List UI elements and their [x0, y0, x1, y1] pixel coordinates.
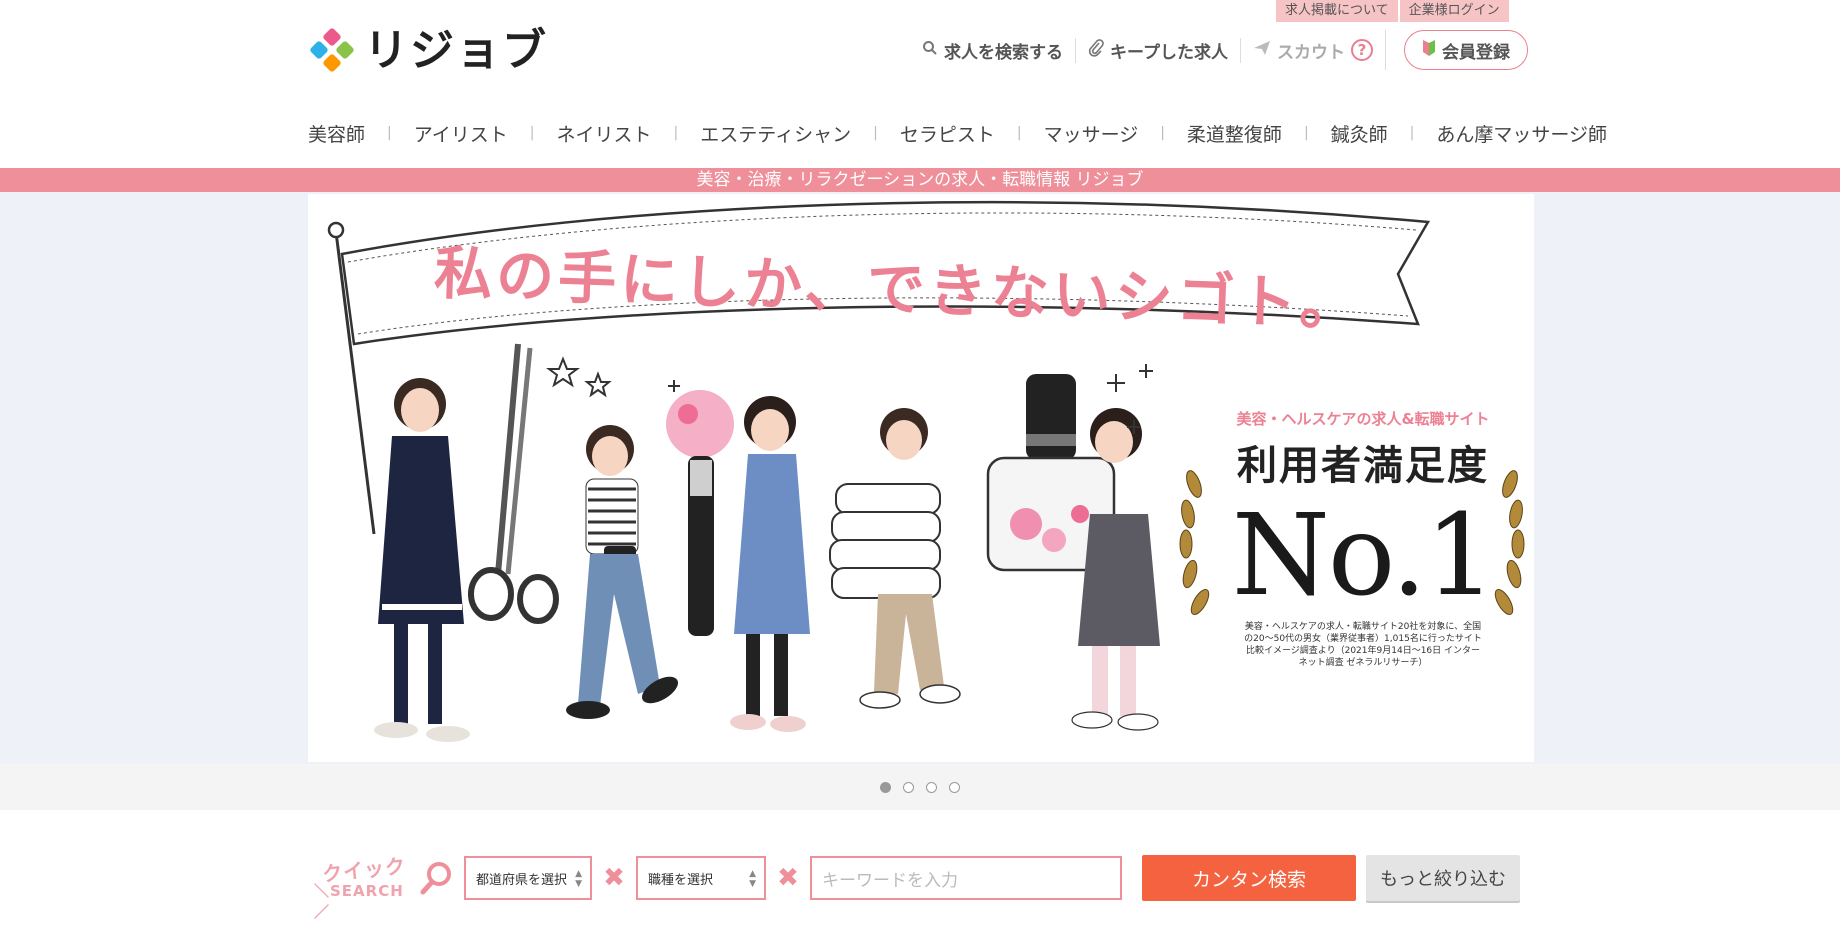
utility-nav: 求人を検索する キープした求人 スカウト ? 会員登録: [910, 30, 1528, 70]
category-item[interactable]: 柔道整復師: [1187, 120, 1282, 147]
beginner-mark-icon: [1422, 39, 1436, 62]
cross-icon: ✖: [777, 863, 799, 893]
slider-dot[interactable]: [926, 781, 937, 793]
category-nav: 美容師 | アイリスト | ネイリスト | エステティシャン | セラピスト |…: [308, 118, 1607, 148]
easy-search-button[interactable]: カンタン検索: [1142, 855, 1356, 901]
category-separator: |: [529, 125, 535, 141]
category-item[interactable]: エステティシャン: [700, 120, 851, 147]
paperclip-icon: [1088, 39, 1104, 61]
quick-search-label: クイック ＼SEARCH／: [308, 854, 418, 921]
logo-text: リジョブ: [364, 25, 548, 76]
slider-dot[interactable]: [903, 781, 914, 793]
keyword-input[interactable]: キーワードを入力: [810, 856, 1122, 900]
kept-jobs-link[interactable]: キープした求人: [1075, 37, 1240, 63]
satisfaction-badge: 美容・ヘルスケアの求人&転職サイト 利用者満足度 No.1 美容・ヘルスケアの求…: [1198, 408, 1528, 669]
slider-dot[interactable]: [880, 781, 891, 793]
kept-jobs-label: キープした求人: [1110, 42, 1228, 63]
site-header: 求人掲載について 企業様ログイン リジョブ 求人を検索する キープした求人 スカ…: [0, 0, 1840, 168]
register-wrap: 会員登録: [1384, 30, 1528, 70]
prefecture-select[interactable]: 都道府県を選択 ▲ ▼: [464, 856, 592, 900]
magnifier-icon: [418, 858, 454, 898]
badge-subtitle: 美容・ヘルスケアの求人&転職サイト: [1236, 410, 1490, 428]
slider-pagination: [0, 764, 1840, 810]
search-icon: [922, 40, 938, 60]
category-item[interactable]: アイリスト: [414, 120, 508, 147]
category-separator: |: [1016, 125, 1022, 141]
refine-search-button[interactable]: もっと絞り込む: [1366, 855, 1520, 901]
category-separator: |: [1409, 125, 1415, 141]
badge-footnote: 美容・ヘルスケアの求人・転職サイト20社を対象に、全国の20〜50代の男女（業界…: [1244, 622, 1482, 668]
category-item[interactable]: セラピスト: [900, 120, 995, 147]
badge-no1: No.1: [1231, 491, 1496, 621]
search-jobs-label: 求人を検索する: [944, 42, 1063, 63]
link-job-posting[interactable]: 求人掲載について: [1276, 0, 1398, 22]
link-company-login[interactable]: 企業様ログイン: [1399, 0, 1509, 22]
category-item[interactable]: 鍼灸師: [1331, 120, 1388, 147]
category-item[interactable]: ネイリスト: [557, 120, 652, 147]
job-type-select-value: 職種を選択: [648, 872, 714, 888]
category-item[interactable]: 美容師: [308, 120, 365, 147]
quick-search-label-bottom: ＼SEARCH／: [314, 882, 404, 921]
badge-title: 利用者満足度: [1237, 442, 1489, 489]
prefecture-select-value: 都道府県を選択: [476, 872, 568, 888]
category-separator: |: [1303, 125, 1309, 141]
paper-plane-icon: [1253, 40, 1271, 60]
job-type-select[interactable]: 職種を選択 ▲ ▼: [636, 856, 766, 900]
category-separator: |: [873, 125, 878, 141]
select-arrows-icon: ▲ ▼: [749, 869, 756, 889]
category-separator: |: [387, 125, 392, 141]
select-arrows-icon: ▲ ▼: [575, 869, 582, 889]
help-icon[interactable]: ?: [1350, 39, 1373, 61]
category-item[interactable]: あん摩マッサージ師: [1436, 120, 1607, 147]
category-separator: |: [1160, 125, 1165, 141]
scout-link[interactable]: スカウト ?: [1239, 37, 1385, 63]
top-links: 求人掲載について 企業様ログイン: [1276, 0, 1509, 22]
logo-mark-icon: [310, 28, 354, 72]
register-label: 会員登録: [1441, 42, 1510, 63]
logo[interactable]: リジョブ: [308, 26, 548, 76]
category-item[interactable]: マッサージ: [1044, 120, 1139, 147]
quick-search-bar: クイック ＼SEARCH／ 都道府県を選択 ▲ ▼ ✖ 職種を選択 ▲ ▼ ✖ キー…: [308, 854, 1534, 921]
category-separator: |: [673, 125, 679, 141]
hero-banner[interactable]: 私の手にしか、できないシゴト。 美容・ヘルスケアの求人&転職サイト 利用者満足度…: [308, 194, 1534, 762]
scout-label: スカウト: [1276, 42, 1345, 63]
cross-icon: ✖: [603, 863, 625, 893]
search-jobs-link[interactable]: 求人を検索する: [910, 38, 1075, 63]
register-button[interactable]: 会員登録: [1403, 30, 1528, 70]
tagline-band: 美容・治療・リラクゼーションの求人・転職情報 リジョブ: [0, 168, 1840, 192]
slider-dot[interactable]: [949, 781, 960, 793]
